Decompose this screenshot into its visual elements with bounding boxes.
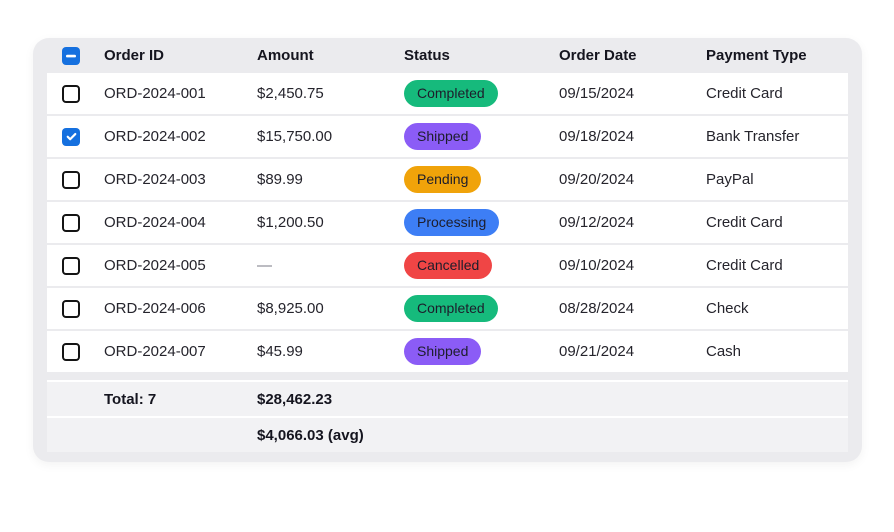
amount-cell: $8,925.00 (257, 300, 324, 317)
footer-avg-amount: $4,066.03 (avg) (257, 426, 364, 444)
footer-total-label: Total: 7 (104, 390, 157, 408)
table-header-row: Order ID Amount Status Order Date Paymen… (47, 38, 848, 73)
status-badge: Shipped (404, 338, 482, 365)
order-id-cell: ORD-2024-007 (104, 343, 206, 360)
row-checkbox[interactable] (62, 256, 80, 275)
indeterminate-minus-icon (65, 50, 77, 62)
row-checkbox[interactable] (62, 84, 80, 103)
orders-table-card: Order ID Amount Status Order Date Paymen… (33, 38, 862, 462)
amount-cell: $45.99 (257, 343, 303, 360)
status-badge: Completed (404, 295, 498, 322)
payment-type-cell: Check (706, 300, 749, 317)
column-header-amount: Amount (257, 47, 314, 64)
row-checkbox[interactable] (62, 342, 80, 361)
column-header-status: Status (404, 47, 450, 64)
payment-type-cell: Cash (706, 343, 742, 360)
payment-type-cell: Credit Card (706, 214, 783, 231)
amount-cell: $1,200.50 (257, 214, 324, 231)
status-badge: Completed (404, 80, 498, 107)
status-badge: Pending (404, 166, 482, 193)
checkmark-icon (65, 130, 78, 143)
order-id-cell: ORD-2024-004 (104, 214, 206, 231)
amount-cell: $89.99 (257, 171, 303, 188)
payment-type-cell: Credit Card (706, 257, 783, 274)
status-badge: Cancelled (404, 252, 493, 279)
column-header-payment-type: Payment Type (706, 47, 807, 64)
footer-total-amount: $28,462.23 (257, 390, 333, 408)
table-row: ORD-2024-006 $8,925.00 Completed 08/28/2… (47, 288, 848, 329)
table-body: ORD-2024-001 $2,450.75 Completed 09/15/2… (47, 73, 848, 372)
order-date-cell: 09/12/2024 (559, 214, 635, 231)
select-all-checkbox[interactable] (62, 46, 80, 65)
footer-average-row: $4,066.03 (avg) (47, 416, 848, 452)
status-badge: Shipped (404, 123, 482, 150)
order-date-cell: 09/21/2024 (559, 343, 635, 360)
column-header-order-id: Order ID (104, 47, 165, 64)
row-checkbox[interactable] (62, 127, 80, 146)
table-row: ORD-2024-003 $89.99 Pending 09/20/2024 P… (47, 159, 848, 200)
amount-cell: $15,750.00 (257, 128, 333, 145)
status-badge: Processing (404, 209, 500, 236)
order-date-cell: 09/15/2024 (559, 85, 635, 102)
order-date-cell: 09/18/2024 (559, 128, 635, 145)
row-checkbox[interactable] (62, 299, 80, 318)
table-row: ORD-2024-007 $45.99 Shipped 09/21/2024 C… (47, 331, 848, 372)
order-date-cell: 09/10/2024 (559, 257, 635, 274)
row-checkbox[interactable] (62, 170, 80, 189)
order-id-cell: ORD-2024-002 (104, 128, 206, 145)
amount-cell: — (257, 257, 272, 274)
table-row: ORD-2024-002 $15,750.00 Shipped 09/18/20… (47, 116, 848, 157)
row-checkbox[interactable] (62, 213, 80, 232)
amount-cell: $2,450.75 (257, 85, 324, 102)
payment-type-cell: Bank Transfer (706, 128, 800, 145)
footer-total-row: Total: 7 $28,462.23 (47, 380, 848, 416)
table-row: ORD-2024-004 $1,200.50 Processing 09/12/… (47, 202, 848, 243)
order-id-cell: ORD-2024-006 (104, 300, 206, 317)
table-row: ORD-2024-001 $2,450.75 Completed 09/15/2… (47, 73, 848, 114)
order-date-cell: 08/28/2024 (559, 300, 635, 317)
order-id-cell: ORD-2024-005 (104, 257, 206, 274)
order-id-cell: ORD-2024-003 (104, 171, 206, 188)
order-id-cell: ORD-2024-001 (104, 85, 206, 102)
order-date-cell: 09/20/2024 (559, 171, 635, 188)
table-row: ORD-2024-005 — Cancelled 09/10/2024 Cred… (47, 245, 848, 286)
payment-type-cell: PayPal (706, 171, 754, 188)
payment-type-cell: Credit Card (706, 85, 783, 102)
column-header-order-date: Order Date (559, 47, 637, 64)
